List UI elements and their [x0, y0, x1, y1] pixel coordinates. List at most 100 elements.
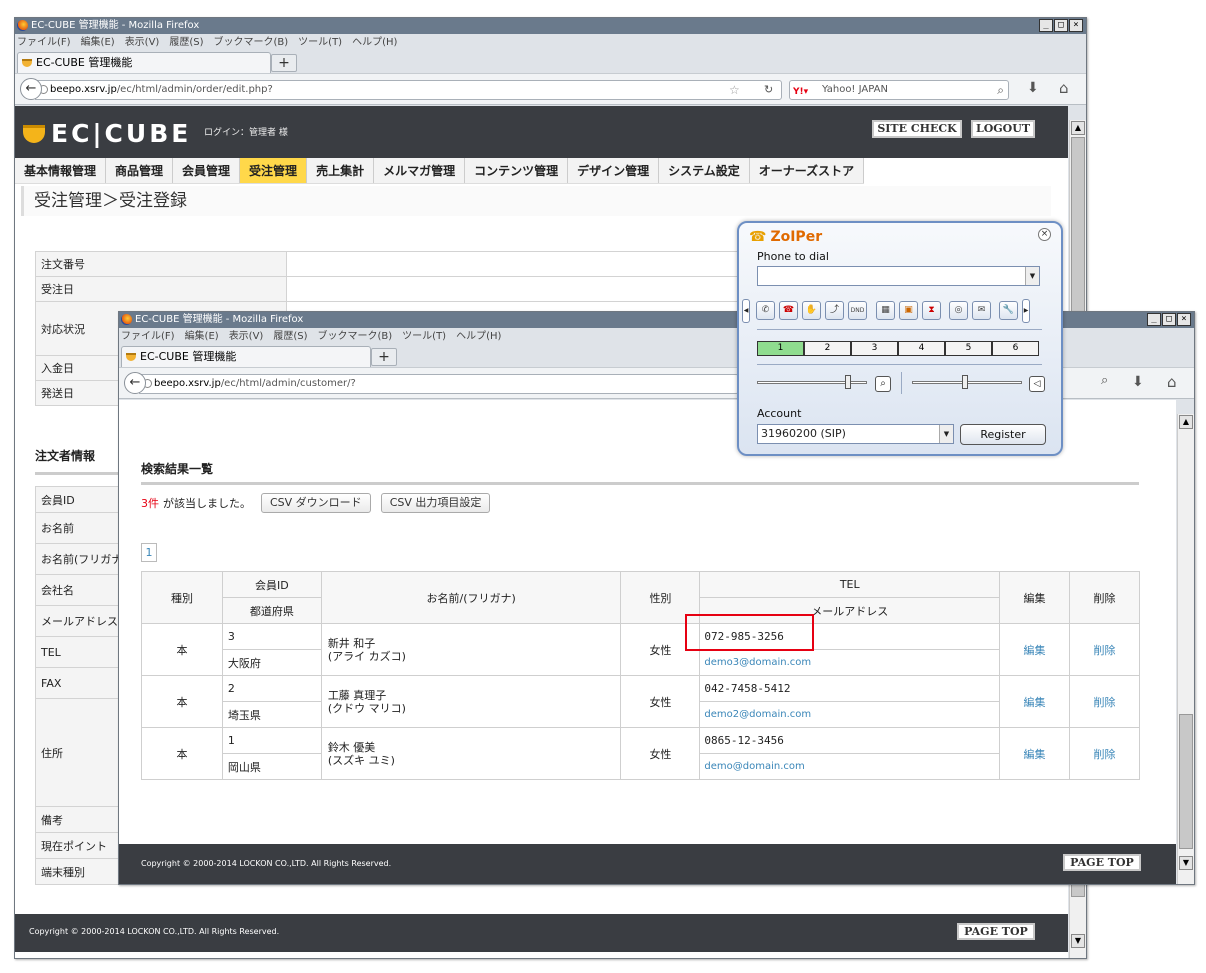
search-box[interactable]: Y!▾ Yahoo! JAPAN ⌕	[789, 80, 1009, 100]
row-email[interactable]: demo2@domain.com	[704, 709, 811, 720]
nav-sales[interactable]: 売上集計	[307, 158, 375, 183]
nav-members[interactable]: 会員管理	[173, 158, 241, 183]
line-tab-5[interactable]: 5	[945, 341, 992, 356]
scroll-up-arrow[interactable]: ▲	[1071, 121, 1085, 135]
reload-icon[interactable]: ↻	[764, 81, 773, 99]
page-number-link[interactable]: 1	[141, 543, 157, 562]
scroll-thumb[interactable]	[1179, 714, 1193, 849]
menu-history[interactable]: 履歴(S)	[273, 331, 307, 342]
nav-basic-info[interactable]: 基本情報管理	[15, 158, 107, 183]
nav-owners-store[interactable]: オーナーズストア	[750, 158, 865, 183]
menu-file[interactable]: ファイル(F)	[121, 331, 175, 342]
scroll-up-arrow[interactable]: ▲	[1179, 415, 1193, 429]
popup-minimize-button[interactable]: _	[1147, 313, 1161, 326]
menu-file[interactable]: ファイル(F)	[17, 37, 71, 48]
row-delete-link[interactable]: 削除	[1094, 748, 1116, 761]
phone-to-dial-input[interactable]: ▼	[757, 266, 1040, 286]
line-tab-2[interactable]: 2	[804, 341, 851, 356]
scroll-down-arrow[interactable]: ▼	[1071, 934, 1085, 948]
zoiper-close-icon[interactable]: ×	[1038, 228, 1051, 241]
mic-slider-thumb[interactable]	[962, 375, 968, 389]
main-browser-tab[interactable]: EC-CUBE 管理機能	[17, 52, 271, 73]
csv-settings-button[interactable]: CSV 出力項目設定	[380, 493, 491, 513]
speaker-icon[interactable]: ⌕	[875, 376, 891, 392]
popup-close-button[interactable]: ×	[1177, 313, 1191, 326]
nav-orders[interactable]: 受注管理	[240, 158, 308, 183]
nav-products[interactable]: 商品管理	[106, 158, 174, 183]
menu-view[interactable]: 表示(V)	[125, 37, 160, 48]
popup-browser-tab[interactable]: EC-CUBE 管理機能	[121, 346, 371, 367]
row-edit-link[interactable]: 編集	[1024, 644, 1046, 657]
new-tab-button[interactable]: +	[271, 54, 297, 72]
main-url-bar[interactable]: beepo.xsrv.jp/ec/html/admin/order/edit.p…	[35, 80, 782, 100]
popup-download-icon[interactable]: ⬇	[1132, 374, 1144, 390]
line-tab-3[interactable]: 3	[851, 341, 898, 356]
dnd-icon[interactable]: DND	[848, 301, 867, 320]
popup-back-button[interactable]: ←	[124, 372, 146, 394]
home-icon[interactable]: ⌂	[1059, 79, 1069, 97]
popup-url-bar[interactable]: beepo.xsrv.jp/ec/html/admin/customer/?	[139, 374, 739, 394]
row-delete-link[interactable]: 削除	[1094, 644, 1116, 657]
speaker-slider-thumb[interactable]	[845, 375, 851, 389]
nav-mailmag[interactable]: メルマガ管理	[374, 158, 466, 183]
download-icon[interactable]: ⬇	[1027, 80, 1039, 96]
account-select[interactable]: 31960200 (SIP) ▼	[757, 424, 954, 444]
search-icon[interactable]: ⌕	[997, 81, 1004, 99]
popup-search-icon[interactable]: ⌕	[1101, 373, 1108, 388]
popup-new-tab-button[interactable]: +	[371, 348, 397, 366]
register-button[interactable]: Register	[960, 424, 1046, 445]
messages-icon[interactable]: ✉	[972, 301, 991, 320]
toolbar-scroll-left-icon[interactable]: ◀	[742, 299, 750, 323]
microphone-icon[interactable]: ◁	[1029, 376, 1045, 392]
bookmark-star-icon[interactable]: ☆	[729, 81, 740, 99]
nav-design[interactable]: デザイン管理	[568, 158, 660, 183]
menu-tools[interactable]: ツール(T)	[298, 37, 342, 48]
account-dropdown-icon[interactable]: ▼	[939, 425, 953, 443]
dial-icon[interactable]: ✆	[756, 301, 775, 320]
menu-history[interactable]: 履歴(S)	[169, 37, 203, 48]
yahoo-engine-icon[interactable]: Y!▾	[793, 83, 808, 101]
settings-wrench-icon[interactable]: 🔧	[999, 301, 1018, 320]
menu-tools[interactable]: ツール(T)	[402, 331, 446, 342]
transfer-icon[interactable]: ⤴	[825, 301, 844, 320]
back-button[interactable]: ←	[20, 78, 42, 100]
menu-bookmarks[interactable]: ブックマーク(B)	[214, 37, 289, 48]
row-delete-link[interactable]: 削除	[1094, 696, 1116, 709]
maximize-button[interactable]: □	[1054, 19, 1068, 32]
menu-help[interactable]: ヘルプ(H)	[456, 331, 501, 342]
history-icon[interactable]: ⧗	[922, 301, 941, 320]
site-check-button[interactable]: SITE CHECK	[872, 120, 962, 138]
row-email[interactable]: demo3@domain.com	[704, 657, 811, 668]
csv-download-button[interactable]: CSV ダウンロード	[261, 493, 371, 513]
logout-button[interactable]: LOGOUT	[971, 120, 1035, 138]
dialpad-icon[interactable]: ▦	[876, 301, 895, 320]
row-edit-link[interactable]: 編集	[1024, 748, 1046, 761]
main-page-top-button[interactable]: PAGE TOP	[957, 923, 1035, 940]
toolbar-scroll-right-icon[interactable]: ▶	[1022, 299, 1030, 323]
popup-page-top-button[interactable]: PAGE TOP	[1063, 854, 1141, 871]
menu-help[interactable]: ヘルプ(H)	[352, 37, 397, 48]
line-tab-6[interactable]: 6	[992, 341, 1039, 356]
minimize-button[interactable]: _	[1039, 19, 1053, 32]
hold-icon[interactable]: ✋	[802, 301, 821, 320]
popup-maximize-button[interactable]: □	[1162, 313, 1176, 326]
menu-bookmarks[interactable]: ブックマーク(B)	[318, 331, 393, 342]
scroll-down-arrow[interactable]: ▼	[1179, 856, 1193, 870]
conference-icon[interactable]: ◎	[949, 301, 968, 320]
menu-view[interactable]: 表示(V)	[229, 331, 264, 342]
close-button[interactable]: ×	[1069, 19, 1083, 32]
nav-contents[interactable]: コンテンツ管理	[465, 158, 569, 183]
menu-edit[interactable]: 編集(E)	[81, 37, 115, 48]
row-edit-link[interactable]: 編集	[1024, 696, 1046, 709]
speaker-volume-slider[interactable]	[757, 375, 867, 389]
popup-scrollbar[interactable]: ▲ ▼	[1177, 414, 1194, 884]
line-tab-4[interactable]: 4	[898, 341, 945, 356]
row-email[interactable]: demo@domain.com	[704, 761, 804, 772]
dropdown-arrow-icon[interactable]: ▼	[1025, 267, 1039, 285]
mic-volume-slider[interactable]	[912, 375, 1022, 389]
hangup-icon[interactable]: ☎	[779, 301, 798, 320]
line-tab-1[interactable]: 1	[757, 341, 804, 356]
contacts-icon[interactable]: ▣	[899, 301, 918, 320]
nav-system[interactable]: システム設定	[659, 158, 750, 183]
popup-home-icon[interactable]: ⌂	[1167, 373, 1177, 391]
